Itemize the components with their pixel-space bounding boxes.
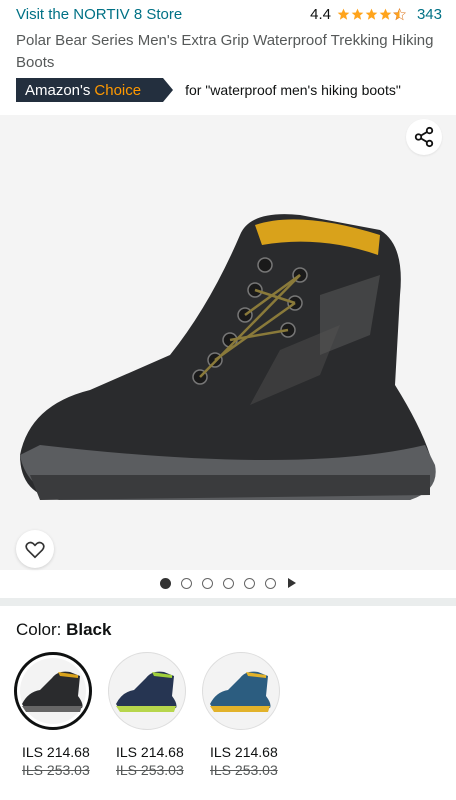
product-title: Polar Bear Series Men's Extra Grip Water… [16,32,434,71]
badge-query: for "waterproof men's hiking boots" [185,82,401,98]
carousel-dot[interactable] [202,577,213,589]
swatch-image [202,652,280,730]
color-selection-label: Color: Black [16,620,111,640]
rating-count[interactable]: 343 [417,6,442,23]
share-button[interactable] [406,119,442,155]
variant-price: ILS 214.68 [116,744,184,760]
carousel-dot[interactable] [223,577,234,589]
amazons-choice-badge: Amazon's Choice [16,78,174,102]
carousel-dot[interactable] [160,577,171,589]
carousel-dot[interactable] [181,577,192,589]
section-divider [0,598,456,606]
swatch-image [14,652,92,730]
store-link[interactable]: Visit the NORTIV 8 Store [16,6,182,23]
play-video-icon[interactable] [288,578,296,588]
variant-old-price: ILS 253.03 [210,762,278,778]
carousel-dot[interactable] [265,577,276,589]
variant-price: ILS 214.68 [22,744,90,760]
star-rating [337,8,407,21]
swatch-image [108,652,186,730]
star-full-icon [337,8,350,20]
badge-prefix: Amazon's [25,81,91,99]
color-swatch-black[interactable]: ILS 214.68 ILS 253.03 [14,652,92,778]
heart-icon [25,541,45,559]
rating-value: 4.4 [310,6,331,23]
star-full-icon [365,8,378,20]
variant-price: ILS 214.68 [210,744,278,760]
variant-old-price: ILS 253.03 [116,762,184,778]
color-swatch-list: ILS 214.68 ILS 253.03 ILS 214.68 ILS 253… [14,652,280,778]
product-image-gallery[interactable] [0,115,456,570]
rating-summary[interactable]: 4.4 343 [310,6,442,23]
amazons-choice-row: Amazon's Choice for "waterproof men's hik… [16,78,401,102]
color-label-prefix: Color: [16,620,62,639]
star-half-icon [392,8,406,21]
color-swatch-blue[interactable]: ILS 214.68 ILS 253.03 [202,652,280,778]
product-image [20,214,436,500]
carousel-dot[interactable] [244,577,255,589]
color-swatch-navy[interactable]: ILS 214.68 ILS 253.03 [108,652,186,778]
image-carousel-dots[interactable] [0,574,456,592]
star-full-icon [351,8,364,20]
product-header: Visit the NORTIV 8 Store 4.4 343 Polar B… [0,0,456,110]
add-to-wishlist-button[interactable] [16,530,54,568]
variant-old-price: ILS 253.03 [22,762,90,778]
star-full-icon [379,8,392,20]
selected-color-name: Black [66,620,112,639]
badge-accent: Choice [94,81,142,99]
share-icon [414,126,434,148]
